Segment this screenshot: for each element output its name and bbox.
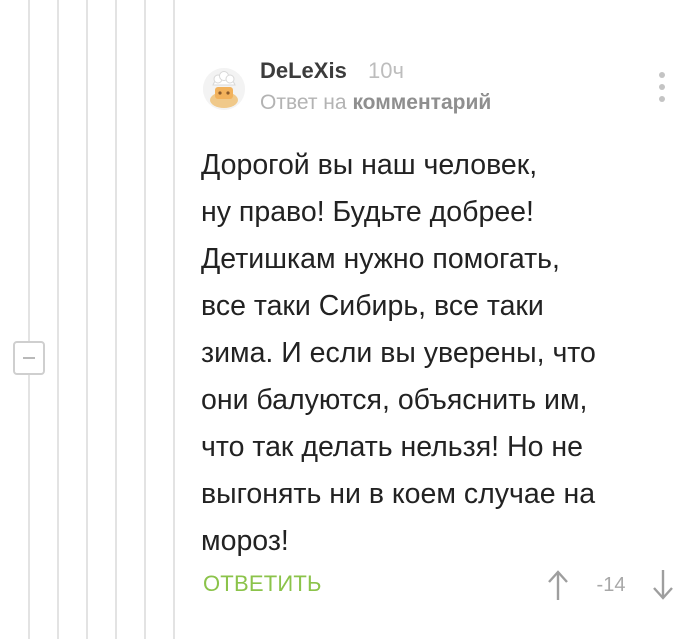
comment-text: Дорогой вы наш человек, ну право! Будьте…: [201, 149, 596, 557]
thread-line: [173, 0, 175, 639]
thread-line: [57, 0, 59, 639]
comment-rating: -14: [596, 574, 626, 596]
reply-button[interactable]: ОТВЕТИТЬ: [203, 571, 322, 597]
reply-info: Ответ на комментарий: [260, 91, 491, 115]
thread-line: [144, 0, 146, 639]
user-avatar[interactable]: [203, 68, 245, 110]
thread-line: [28, 0, 30, 639]
reply-prefix: Ответ на: [260, 91, 347, 114]
arrow-down-icon[interactable]: [648, 568, 678, 602]
comment-author[interactable]: DeLeXis: [260, 58, 347, 84]
thread-line: [86, 0, 88, 639]
cook-avatar-icon: [203, 68, 245, 110]
more-vertical-icon[interactable]: [655, 70, 669, 104]
collapse-thread-button[interactable]: [13, 341, 45, 375]
comment-time: 10ч: [368, 58, 404, 83]
comment-thread-page: DeLeXis 10ч Ответ на комментарий Дорогой…: [0, 0, 700, 639]
parent-comment-link[interactable]: комментарий: [352, 91, 491, 114]
thread-line: [115, 0, 117, 639]
minus-icon: [23, 357, 35, 359]
arrow-up-icon[interactable]: [543, 568, 573, 602]
